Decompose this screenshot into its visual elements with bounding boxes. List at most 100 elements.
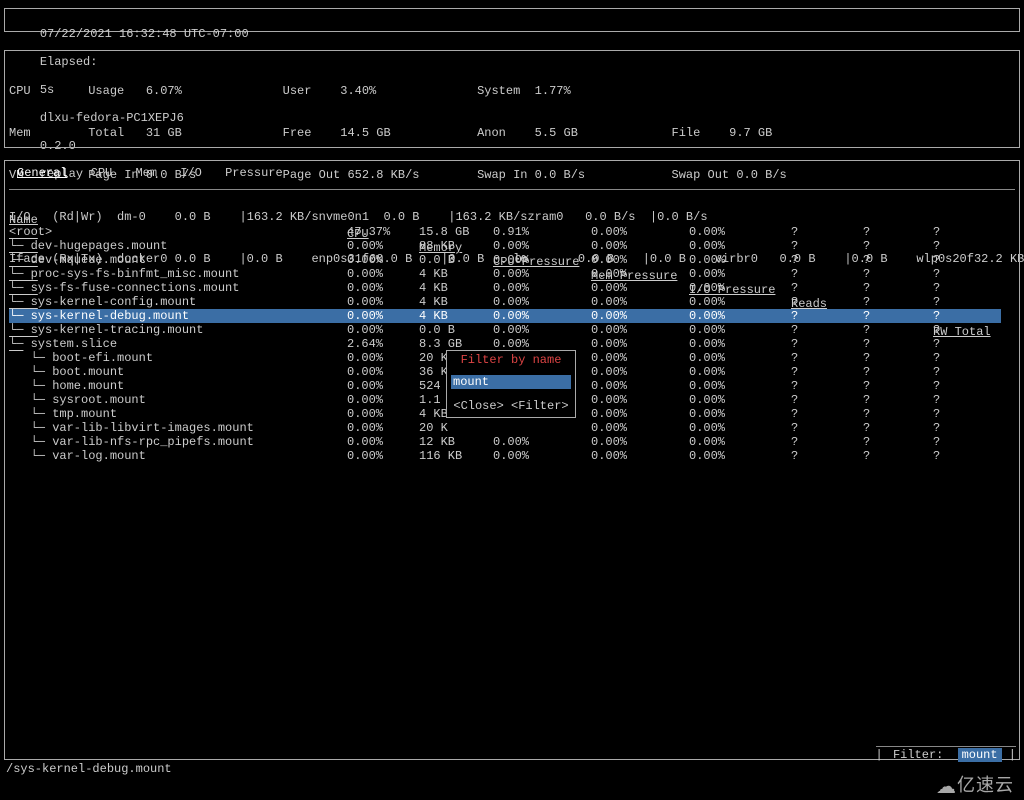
cell-io-pressure: 0.00% [689,225,759,239]
table-row[interactable]: └─ sys-kernel-config.mount0.00%4 KB0.00%… [9,295,1001,309]
table-row[interactable]: └─ var-lib-nfs-rpc_pipefs.mount0.00%12 K… [9,435,1001,449]
cell-memory: 8.3 GB [419,337,484,351]
filter-dialog-title: Filter by name [451,353,571,367]
cell-reads: ? [791,435,831,449]
cell-reads: ? [791,239,831,253]
table-row[interactable]: └─ dev-hugepages.mount0.00%88 KB0.00%0.0… [9,239,1001,253]
cell-cpu-pressure: 0.00% [493,449,563,463]
cell-reads: ? [791,379,831,393]
cell-io-pressure: 0.00% [689,365,759,379]
cell-writes: ? [863,379,903,393]
filter-input[interactable] [451,375,571,389]
table-row[interactable]: └─ dev-mqueue.mount0.00%0.0 B0.00%0.00%0… [9,253,1001,267]
table-row[interactable]: └─ system.slice2.64%8.3 GB0.00%0.00%0.00… [9,337,1001,351]
cell-io-pressure: 0.00% [689,449,759,463]
cell-reads: ? [791,309,831,323]
cell-mem-pressure: 0.00% [591,379,661,393]
cell-rw-total: ? [933,449,983,463]
cell-mem-pressure: 0.00% [591,295,661,309]
cell-cpu: 0.00% [347,435,402,449]
tab-bar: General CPU Mem I/O Pressure [9,166,291,180]
cell-io-pressure: 0.00% [689,351,759,365]
cell-name: └─ var-log.mount [9,449,339,463]
status-filter-label: Filter: [890,748,946,762]
cell-writes: ? [863,295,903,309]
stat-line-mem: Mem Total 31 GB Free 14.5 GB Anon 5.5 GB… [9,126,1015,140]
close-button[interactable]: <Close> [453,399,503,413]
cell-cpu: 0.00% [347,309,402,323]
table-row[interactable]: └─ var-log.mount0.00%116 KB0.00%0.00%0.0… [9,449,1001,463]
cell-io-pressure: 0.00% [689,421,759,435]
cell-name: └─ sys-kernel-config.mount [9,295,339,309]
cell-writes: ? [863,309,903,323]
cell-io-pressure: 0.00% [689,253,759,267]
tab-cpu[interactable]: CPU [83,166,121,180]
cell-reads: ? [791,449,831,463]
filter-button[interactable]: <Filter> [511,399,569,413]
cell-writes: ? [863,281,903,295]
cell-name: └─ dev-mqueue.mount [9,253,339,267]
cell-cpu: 0.00% [347,351,402,365]
cell-io-pressure: 0.00% [689,337,759,351]
cell-cpu: 0.00% [347,281,402,295]
table-row[interactable]: └─ proc-sys-fs-binfmt_misc.mount0.00%4 K… [9,267,1001,281]
tab-general[interactable]: General [9,166,75,180]
table-row[interactable]: └─ sys-kernel-tracing.mount0.00%0.0 B0.0… [9,323,1001,337]
cell-io-pressure: 0.00% [689,393,759,407]
cell-mem-pressure: 0.00% [591,323,661,337]
cell-cpu: 0.00% [347,295,402,309]
cell-rw-total: ? [933,323,983,337]
table-rows: <root>47.37%15.8 GB0.91%0.00%0.00%???└─ … [9,225,1001,463]
cell-io-pressure: 0.00% [689,323,759,337]
cell-rw-total: ? [933,281,983,295]
cell-mem-pressure: 0.00% [591,309,661,323]
cell-cpu-pressure: 0.00% [493,323,563,337]
cell-cpu: 0.00% [347,379,402,393]
status-filter-value: mount [958,748,1002,762]
cell-reads: ? [791,393,831,407]
table-row[interactable]: └─ sys-fs-fuse-connections.mount0.00%4 K… [9,281,1001,295]
table-row[interactable]: └─ sys-kernel-debug.mount 0.00% 4 KB 0.00% 0… [9,309,1001,323]
table-row[interactable]: └─ var-lib-libvirt-images.mount0.00%20 K… [9,421,1001,435]
tab-pressure[interactable]: Pressure [217,166,291,180]
cell-writes: ? [863,239,903,253]
cell-memory: 4 KB [419,281,484,295]
cell-cpu: 47.37% [347,225,402,239]
cell-cpu: 0.00% [347,407,402,421]
cell-mem-pressure: 0.00% [591,435,661,449]
cell-cpu: 0.00% [347,393,402,407]
tab-mem[interactable]: Mem [127,166,165,180]
cell-writes: ? [863,267,903,281]
cloud-icon: ☁ [936,776,957,798]
cell-cpu: 2.64% [347,337,402,351]
table-row[interactable]: <root>47.37%15.8 GB0.91%0.00%0.00%??? [9,225,1001,239]
tab-io[interactable]: I/O [172,166,210,180]
cell-writes: ? [863,421,903,435]
cell-name: └─ sys-kernel-debug.mount [9,309,339,323]
cell-writes: ? [863,351,903,365]
cell-writes: ? [863,449,903,463]
cell-mem-pressure: 0.00% [591,267,661,281]
status-pipe-end: | [1009,748,1016,762]
cell-memory: 4 KB [419,309,484,323]
divider [9,189,1015,190]
stat-line-cpu: CPU Usage 6.07% User 3.40% System 1.77% [9,84,1015,98]
cell-name: <root> [9,225,339,239]
cell-mem-pressure: 0.00% [591,393,661,407]
cell-mem-pressure: 0.00% [591,449,661,463]
cell-name: └─ var-lib-nfs-rpc_pipefs.mount [9,435,339,449]
cell-io-pressure: 0.00% [689,295,759,309]
watermark-text: 亿速云 [957,775,1014,795]
cell-reads: ? [791,281,831,295]
cell-reads: ? [791,407,831,421]
cell-reads: ? [791,323,831,337]
cell-cpu-pressure: 0.91% [493,225,563,239]
cell-reads: ? [791,351,831,365]
cell-io-pressure: 0.00% [689,379,759,393]
cell-mem-pressure: 0.00% [591,365,661,379]
cell-rw-total: ? [933,239,983,253]
cell-reads: ? [791,225,831,239]
cell-memory: 4 KB [419,267,484,281]
cell-io-pressure: 0.00% [689,309,759,323]
cell-cpu: 0.00% [347,267,402,281]
